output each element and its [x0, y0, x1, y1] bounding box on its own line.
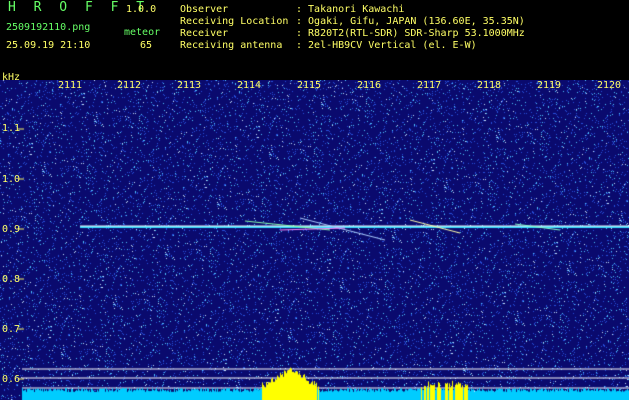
receiver-value: : R820T2(RTL-SDR) SDR-Sharp 53.1000MHz — [296, 28, 525, 39]
x-tick-label: 2113 — [177, 80, 202, 91]
antenna-value: : 2el-HB9CV Vertical (el. E-W) — [296, 40, 477, 51]
x-tick-label: 2115 — [297, 80, 322, 91]
meteor-count: 65 — [140, 40, 153, 51]
meteor-label: meteor — [124, 27, 161, 38]
file-name: 2509192110.png — [6, 22, 91, 33]
y-tick-label: 0.9 — [2, 224, 21, 235]
receiver-label: Receiver — [180, 28, 229, 39]
x-tick-label: 2114 — [237, 80, 262, 91]
x-tick-label: 2118 — [477, 80, 502, 91]
y-tick-label: 0.7 — [2, 324, 21, 335]
x-tick-label: 2120 — [597, 80, 622, 91]
y-tick-label: 1.1 — [2, 123, 21, 134]
spectrogram-canvas — [0, 80, 629, 400]
y-tick-label: 1.0 — [2, 174, 21, 185]
observer-label: Observer — [180, 4, 229, 15]
x-tick-label: 2117 — [417, 80, 442, 91]
x-tick-label: 2119 — [537, 80, 562, 91]
location-label: Receiving Location — [180, 16, 289, 27]
location-value: : Ogaki, Gifu, JAPAN (136.60E, 35.35N) — [296, 16, 525, 27]
app-version: 1.0.0 — [126, 4, 157, 15]
x-tick-label: 2112 — [117, 80, 142, 91]
y-tick-label: 0.6 — [2, 374, 21, 385]
file-datetime: 25.09.19 21:10 — [6, 40, 91, 51]
observer-value: : Takanori Kawachi — [296, 4, 405, 15]
header-panel: H R O F F T 1.0.0 2509192110.png meteor … — [0, 0, 629, 83]
x-tick-label: 2116 — [357, 80, 382, 91]
x-tick-label: 2111 — [58, 80, 83, 91]
antenna-label: Receiving antenna — [180, 40, 283, 51]
y-tick-label: 0.8 — [2, 274, 21, 285]
